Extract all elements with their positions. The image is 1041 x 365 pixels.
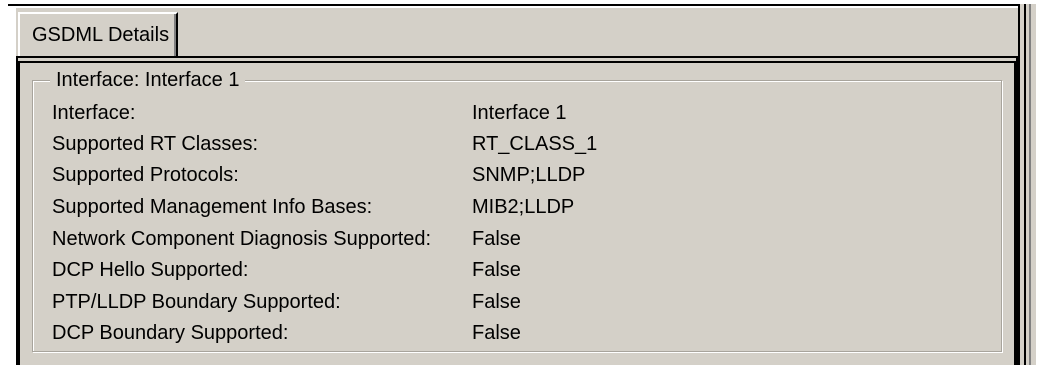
tab-gsdml-details[interactable]: GSDML Details	[18, 12, 178, 56]
property-label: Network Component Diagnosis Supported:	[52, 228, 432, 250]
property-label: DCP Hello Supported:	[52, 259, 249, 281]
property-value: False	[472, 322, 521, 344]
property-value: False	[472, 259, 521, 281]
right-window-frame	[1018, 4, 1036, 365]
property-value: MIB2;LLDP	[472, 196, 575, 218]
property-row-protocols: Supported Protocols: SNMP;LLDP	[52, 160, 982, 190]
property-label: Supported Protocols:	[52, 164, 239, 186]
property-label: PTP/LLDP Boundary Supported:	[52, 291, 341, 313]
property-value: Interface 1	[472, 102, 567, 124]
top-border	[8, 4, 1028, 6]
property-value: False	[472, 291, 521, 313]
property-row-interface: Interface: Interface 1	[52, 98, 982, 128]
property-value: SNMP;LLDP	[472, 164, 586, 186]
gsdml-details-window: GSDML Details Interface: Interface 1 Int…	[0, 0, 1041, 365]
property-label: DCP Boundary Supported:	[52, 322, 289, 344]
property-row-rt-classes: Supported RT Classes: RT_CLASS_1	[52, 129, 982, 159]
groupbox-title: Interface: Interface 1	[50, 68, 246, 92]
property-row-dcp-boundary: DCP Boundary Supported: False	[52, 318, 982, 348]
property-value: False	[472, 228, 521, 250]
property-row-mib: Supported Management Info Bases: MIB2;LL…	[52, 192, 982, 222]
panel-right-border	[1014, 61, 1016, 365]
property-row-network-diagnosis: Network Component Diagnosis Supported: F…	[52, 224, 982, 254]
property-row-ptp-boundary: PTP/LLDP Boundary Supported: False	[52, 287, 982, 317]
property-value: RT_CLASS_1	[472, 133, 598, 155]
tab-label: GSDML Details	[32, 23, 170, 46]
tab-shadow	[174, 14, 176, 56]
panel-top-border	[18, 61, 1016, 63]
property-row-dcp-hello: DCP Hello Supported: False	[52, 255, 982, 285]
property-label: Supported Management Info Bases:	[52, 196, 373, 218]
property-label: Interface:	[52, 102, 136, 124]
property-label: Supported RT Classes:	[52, 133, 259, 155]
panel-left-border	[18, 61, 20, 365]
